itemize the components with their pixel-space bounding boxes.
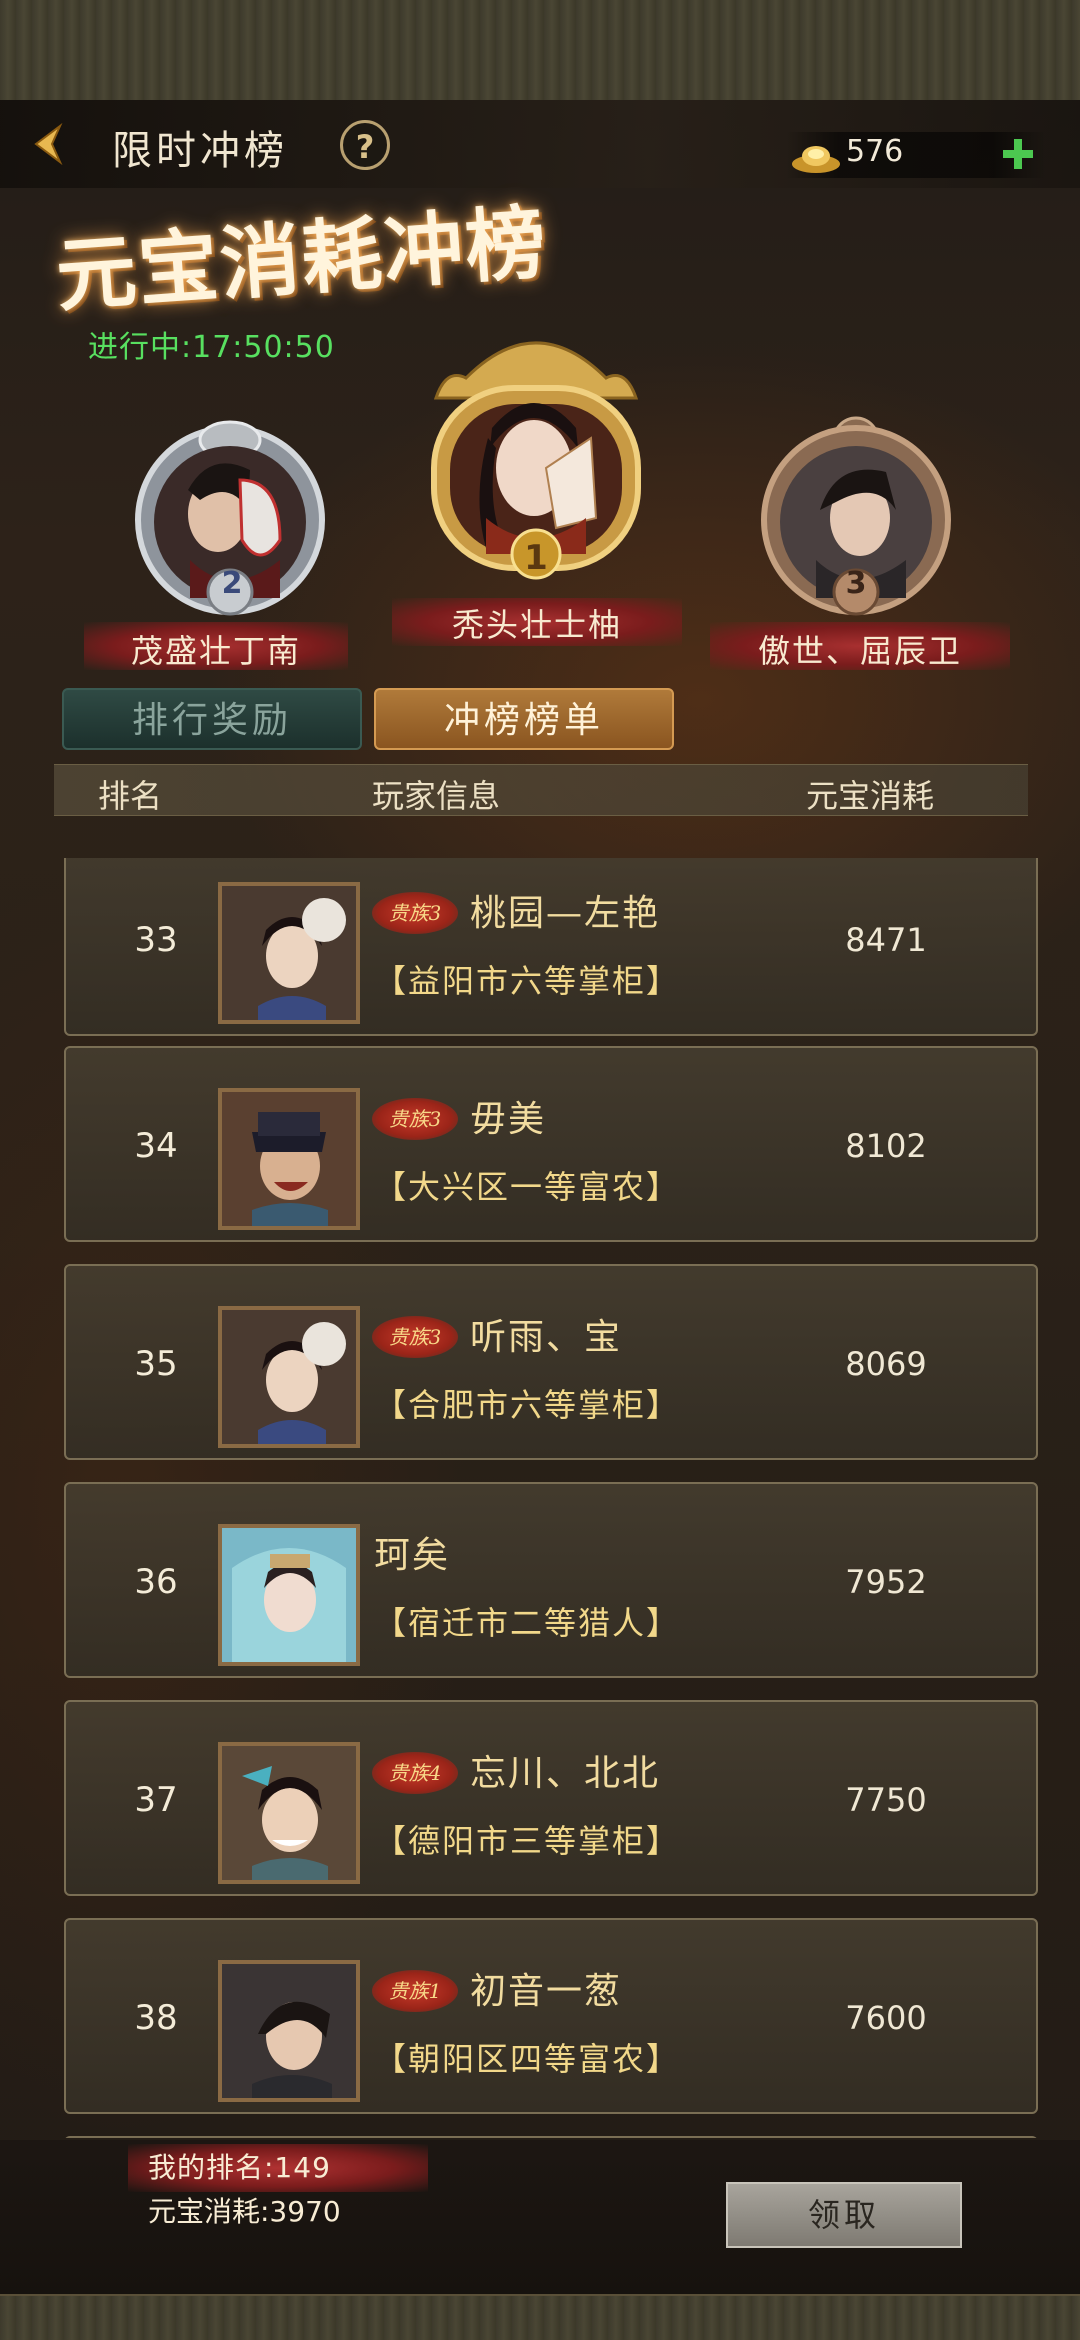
consume-amount: 7600	[845, 1999, 927, 2037]
consume-amount: 8102	[845, 1127, 927, 1165]
player-title: 【合肥市六等掌柜】	[374, 1386, 681, 1424]
row-rank: 35	[134, 1344, 178, 1384]
player-name: 桃园—左艳	[470, 893, 661, 934]
podium-second-rank: 2	[221, 566, 243, 601]
currency-value: 576	[846, 134, 904, 169]
podium-first-name: 秃头壮士柚	[451, 606, 622, 644]
table-row: 37 贵族4 忘川、北北 【德阳市三等掌柜】 7750	[64, 1700, 1038, 1896]
player-avatar[interactable]	[218, 1960, 360, 2102]
column-header: 排名 玩家信息 元宝消耗	[54, 764, 1028, 816]
consume-amount: 8471	[845, 921, 927, 959]
row-rank: 34	[134, 1126, 178, 1166]
row-rank: 33	[134, 920, 178, 960]
podium-third-rank: 3	[845, 566, 867, 601]
leaderboard-list[interactable]: 33 贵族3 桃园—左艳 【益阳市六等掌柜】 8471 34 贵族3 毋美 【大…	[0, 858, 1080, 2138]
countdown-timer: 进行中:17:50:50	[88, 330, 335, 365]
player-title: 【德阳市三等掌柜】	[374, 1822, 681, 1860]
tab-leaderboard[interactable]: 冲榜榜单	[374, 688, 674, 750]
player-name: 听雨、宝	[470, 1317, 623, 1358]
player-name: 忘川、北北	[470, 1753, 661, 1794]
help-icon[interactable]: ?	[340, 120, 390, 170]
page-title: 限时冲榜	[112, 128, 288, 174]
player-title: 【宿迁市二等猎人】	[374, 1604, 681, 1642]
player-title: 【益阳市六等掌柜】	[374, 962, 681, 1000]
noble-badge: 贵族3	[372, 1098, 458, 1140]
podium-first-rank: 1	[524, 538, 548, 578]
table-row: 35 贵族3 听雨、宝 【合肥市六等掌柜】 8069	[64, 1264, 1038, 1460]
player-avatar[interactable]	[218, 1742, 360, 1884]
table-row: 33 贵族3 桃园—左艳 【益阳市六等掌柜】 8471	[64, 858, 1038, 1036]
noble-badge: 贵族3	[372, 1316, 458, 1358]
player-avatar[interactable]	[218, 882, 360, 1024]
tab-rank-rewards[interactable]: 排行奖励	[62, 688, 362, 750]
table-row	[64, 2136, 1038, 2138]
player-name: 毋美	[470, 1099, 547, 1140]
column-consume: 元宝消耗	[806, 777, 935, 815]
column-rank: 排名	[98, 777, 163, 815]
gold-ingot-icon	[792, 146, 840, 173]
noble-badge: 贵族3	[372, 892, 458, 934]
podium-third-name: 傲世、屈辰卫	[757, 632, 962, 670]
bottom-decorative-frame	[0, 2294, 1080, 2340]
consume-amount: 7952	[845, 1563, 927, 1601]
noble-badge: 贵族1	[372, 1970, 458, 2012]
player-avatar[interactable]	[218, 1088, 360, 1230]
table-row: 34 贵族3 毋美 【大兴区一等富农】 8102	[64, 1046, 1038, 1242]
top-decorative-frame	[0, 0, 1080, 103]
consume-amount: 7750	[845, 1781, 927, 1819]
podium-second-name: 茂盛壮丁南	[130, 632, 301, 670]
player-name: 珂矣	[374, 1535, 451, 1576]
player-avatar[interactable]	[218, 1306, 360, 1448]
table-row: 36 珂矣 【宿迁市二等猎人】 7952	[64, 1482, 1038, 1678]
claim-button[interactable]: 领取	[726, 2182, 962, 2248]
row-rank: 36	[134, 1562, 178, 1602]
player-title: 【大兴区一等富农】	[374, 1168, 681, 1206]
row-rank: 38	[134, 1998, 178, 2038]
my-rank: 我的排名:149	[148, 2151, 331, 2184]
my-consume: 元宝消耗:3970	[148, 2195, 341, 2228]
row-rank: 37	[134, 1780, 178, 1820]
player-title: 【朝阳区四等富农】	[374, 2040, 681, 2078]
consume-amount: 8069	[845, 1345, 927, 1383]
back-arrow-icon[interactable]	[30, 122, 70, 166]
add-currency-icon[interactable]	[1000, 136, 1036, 172]
noble-badge: 贵族4	[372, 1752, 458, 1794]
player-avatar[interactable]	[218, 1524, 360, 1666]
column-player: 玩家信息	[372, 777, 501, 815]
player-name: 初音一葱	[470, 1971, 623, 2012]
table-row: 38 贵族1 初音一葱 【朝阳区四等富农】 7600	[64, 1918, 1038, 2114]
